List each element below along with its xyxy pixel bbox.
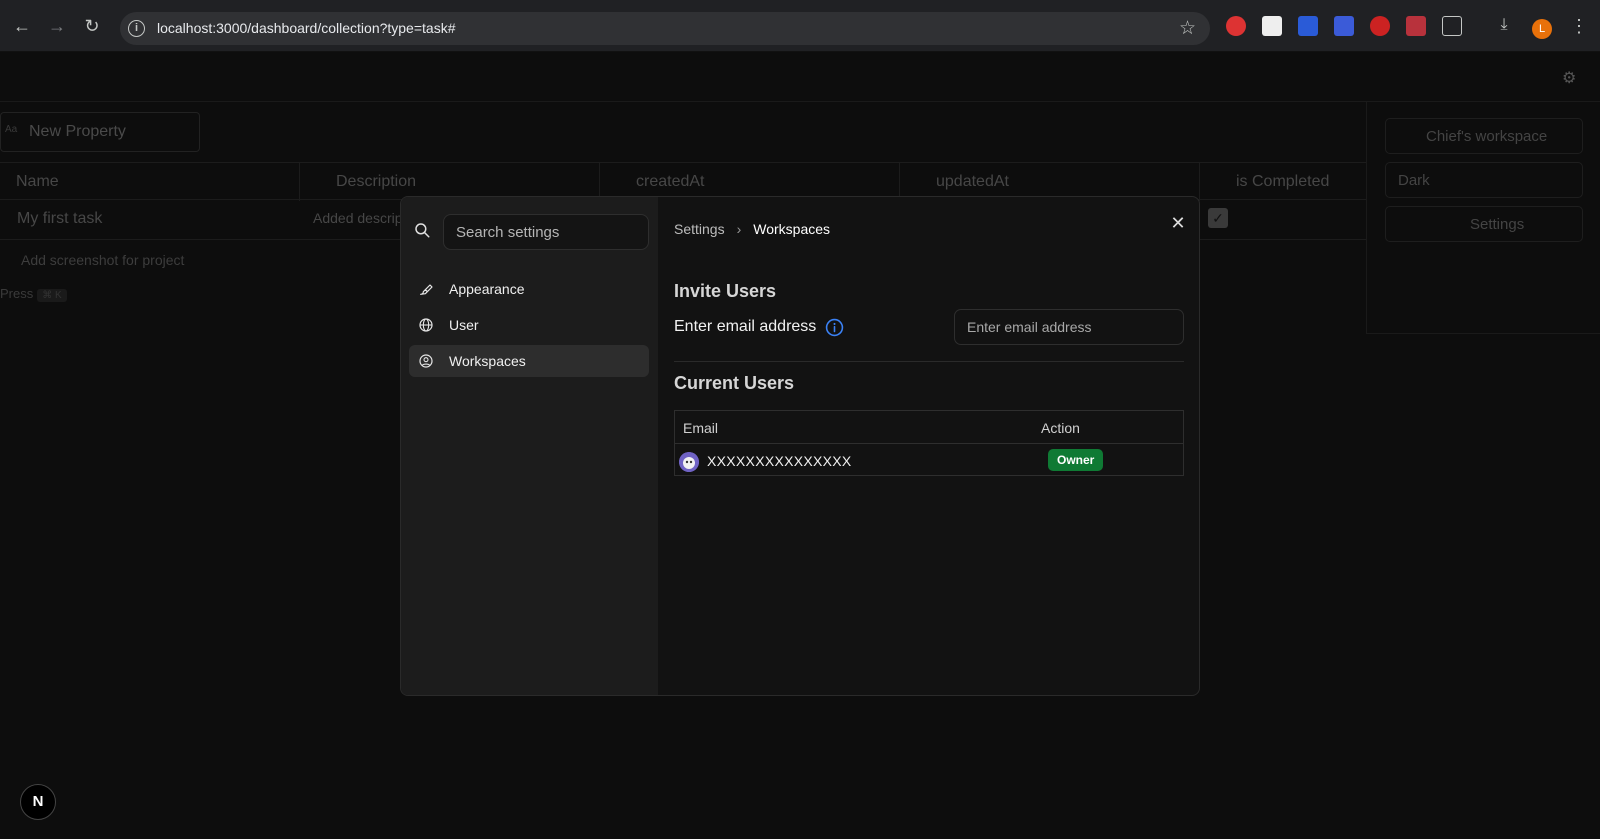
reload-icon[interactable]: ↻ bbox=[80, 14, 104, 38]
current-users-heading: Current Users bbox=[674, 373, 795, 393]
new-property-button: Aa New Property bbox=[0, 112, 200, 152]
search-icon bbox=[415, 223, 430, 238]
sidebar-item-label: Workspaces bbox=[449, 353, 526, 369]
extension-off-icon[interactable] bbox=[1370, 16, 1390, 36]
column-email: Email bbox=[683, 420, 719, 436]
workspace-selector: Chief's workspace bbox=[1385, 118, 1583, 154]
new-property-label: New Property bbox=[29, 123, 126, 140]
settings-button-bg: Settings bbox=[1385, 206, 1583, 242]
browser-menu-icon[interactable]: ⋮ bbox=[1570, 16, 1588, 37]
globe-icon bbox=[417, 316, 435, 334]
header-divider bbox=[675, 443, 1183, 444]
breadcrumb-settings[interactable]: Settings bbox=[674, 221, 725, 237]
user-email: XXXXXXXXXXXXXXX bbox=[707, 453, 852, 469]
avatar bbox=[679, 452, 699, 472]
invite-email-input[interactable] bbox=[954, 309, 1184, 345]
sidebar-item-label: User bbox=[449, 317, 479, 333]
nextjs-dev-badge[interactable]: N bbox=[20, 784, 56, 820]
sidebar-item-workspaces[interactable]: Workspaces bbox=[409, 345, 649, 377]
url-text[interactable]: localhost:3000/dashboard/collection?type… bbox=[157, 20, 455, 36]
owner-badge: Owner bbox=[1048, 449, 1104, 471]
extensions-puzzle-icon[interactable] bbox=[1442, 16, 1462, 36]
settings-sidebar: Appearance User Workspaces bbox=[401, 197, 658, 695]
brush-icon bbox=[417, 280, 435, 298]
back-icon[interactable]: ← bbox=[10, 14, 34, 38]
sidebar-item-user[interactable]: User bbox=[409, 309, 649, 341]
sidebar-item-appearance[interactable]: Appearance bbox=[409, 273, 649, 305]
close-icon[interactable]: ✕ bbox=[1168, 213, 1188, 233]
right-panel: Chief's workspace Dark Settings bbox=[1366, 102, 1600, 334]
shortcut-key: ⌘ K bbox=[37, 289, 67, 302]
users-table: Email Action XXXXXXXXXXXXXXX Owner bbox=[674, 410, 1184, 476]
invite-users-heading: Invite Users bbox=[674, 281, 777, 301]
extension-icon[interactable] bbox=[1334, 16, 1354, 36]
breadcrumb: Settings › Workspaces bbox=[674, 221, 830, 237]
column-name: Name bbox=[0, 163, 300, 201]
search-settings-input[interactable] bbox=[443, 214, 649, 250]
chevron-right-icon: › bbox=[736, 221, 742, 237]
divider bbox=[674, 361, 1184, 362]
app-topbar: ⚙ bbox=[0, 52, 1600, 102]
checkbox-checked-icon: ✓ bbox=[1208, 208, 1228, 228]
extension-icon[interactable] bbox=[1298, 16, 1318, 36]
settings-dialog: Appearance User Workspaces Settings › Work… bbox=[400, 196, 1200, 696]
table-header: Name Description createdAt updatedAt is … bbox=[0, 162, 1366, 201]
user-circle-icon bbox=[417, 352, 435, 370]
profile-avatar[interactable]: L bbox=[1532, 19, 1552, 39]
download-icon[interactable]: ⤓ bbox=[1494, 16, 1514, 36]
text-type-icon: Aa bbox=[5, 124, 18, 135]
bookmark-star-icon[interactable]: ☆ bbox=[1179, 17, 1196, 40]
forward-icon[interactable]: → bbox=[45, 14, 69, 38]
extension-icon[interactable] bbox=[1406, 16, 1426, 36]
column-is-completed: is Completed bbox=[1236, 173, 1330, 190]
browser-toolbar: ← → ↻ i localhost:3000/dashboard/collect… bbox=[0, 0, 1600, 52]
add-screenshot-text: Add screenshot for project bbox=[21, 252, 185, 268]
extension-icon[interactable] bbox=[1262, 16, 1282, 36]
column-action: Action bbox=[1041, 420, 1080, 436]
email-label: Enter email address bbox=[674, 318, 817, 335]
extension-icon[interactable] bbox=[1226, 16, 1246, 36]
press-hint-text: Press bbox=[0, 286, 34, 301]
gear-icon: ⚙ bbox=[1562, 70, 1577, 87]
settings-content: Settings › Workspaces ✕ Invite Users Enter… bbox=[658, 197, 1199, 695]
task-description: Added descrip bbox=[313, 210, 403, 226]
address-bar[interactable]: i localhost:3000/dashboard/collection?ty… bbox=[120, 12, 1210, 45]
theme-selector: Dark bbox=[1385, 162, 1583, 198]
sidebar-item-label: Appearance bbox=[449, 281, 525, 297]
site-info-icon[interactable]: i bbox=[128, 20, 145, 37]
task-name: My first task bbox=[17, 210, 103, 227]
info-icon[interactable] bbox=[825, 318, 844, 337]
press-hint: Press ⌘ K bbox=[0, 286, 67, 302]
breadcrumb-current: Workspaces bbox=[753, 221, 831, 237]
